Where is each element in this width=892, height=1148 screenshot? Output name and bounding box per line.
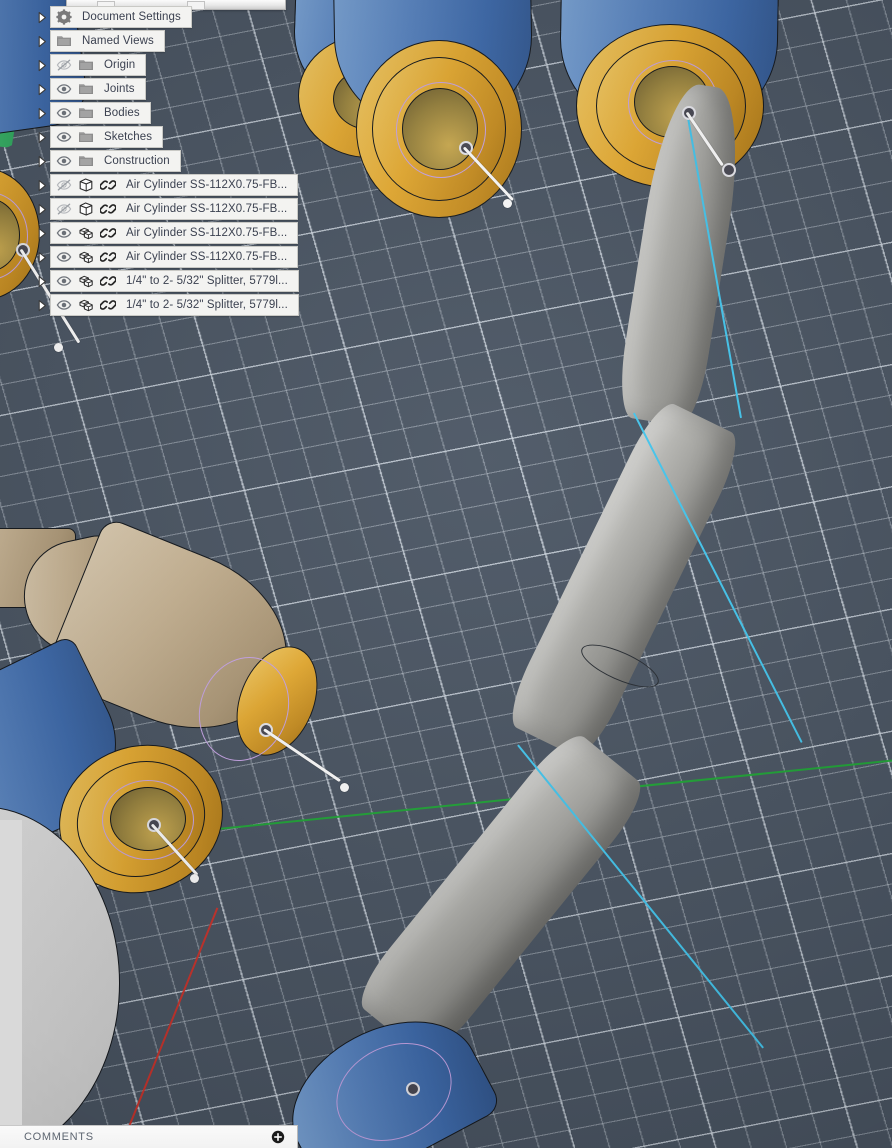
tree-item-label: 1/4" to 2- 5/32" Splitter, 5779l... (126, 275, 288, 287)
tree-row[interactable]: Construction (0, 149, 300, 173)
tree-row[interactable]: Named Views (0, 29, 300, 53)
plus-circle-icon[interactable] (271, 1130, 285, 1144)
folder-icon (76, 56, 96, 74)
tree-row[interactable]: Sketches (0, 125, 300, 149)
tree-item-chip[interactable]: Construction (50, 150, 181, 172)
link-icon[interactable] (98, 224, 118, 242)
tree-item-chip[interactable]: Air Cylinder SS-112X0.75-FB... (50, 198, 299, 220)
tree-row[interactable]: Air Cylinder SS-112X0.75-FB... (0, 245, 300, 269)
chevron-right-icon[interactable] (34, 77, 50, 101)
tree-row[interactable]: Origin (0, 53, 300, 77)
folder-icon (76, 80, 96, 98)
link-icon[interactable] (98, 248, 118, 266)
chevron-right-icon[interactable] (34, 173, 50, 197)
comments-panel-header[interactable]: COMMENTS (0, 1125, 298, 1148)
component-icon (76, 296, 96, 314)
component-icon (76, 248, 96, 266)
tree-row[interactable]: Document Settings (0, 5, 300, 29)
tree-item-label: Sketches (104, 131, 153, 143)
tree-item-chip[interactable]: Air Cylinder SS-112X0.75-FB... (50, 246, 299, 268)
tree-item-chip[interactable]: 1/4" to 2- 5/32" Splitter, 5779l... (50, 270, 299, 292)
eye-shown-icon[interactable] (54, 104, 74, 122)
tree-item-label: Air Cylinder SS-112X0.75-FB... (126, 251, 288, 263)
tree-item-label: Document Settings (82, 11, 181, 23)
chevron-right-icon[interactable] (34, 101, 50, 125)
tree-item-chip[interactable]: Air Cylinder SS-112X0.75-FB... (50, 174, 299, 196)
tree-item-chip[interactable]: Named Views (50, 30, 165, 52)
folder-icon (54, 32, 74, 50)
eye-hidden-icon[interactable] (54, 200, 74, 218)
tree-item-chip[interactable]: 1/4" to 2- 5/32" Splitter, 5779l... (50, 294, 299, 316)
tree-row[interactable]: Bodies (0, 101, 300, 125)
chevron-right-icon[interactable] (34, 269, 50, 293)
tree-item-label: Bodies (104, 107, 140, 119)
tree-item-label: Joints (104, 83, 135, 95)
tree-item-label: Air Cylinder SS-112X0.75-FB... (126, 203, 288, 215)
tree-item-label: Air Cylinder SS-112X0.75-FB... (126, 179, 288, 191)
chevron-right-icon[interactable] (34, 293, 50, 317)
chevron-right-icon[interactable] (34, 125, 50, 149)
folder-icon (76, 104, 96, 122)
tree-item-chip[interactable]: Air Cylinder SS-112X0.75-FB... (50, 222, 299, 244)
tree-row[interactable]: 1/4" to 2- 5/32" Splitter, 5779l... (0, 293, 300, 317)
browser-tree[interactable]: Document Settings Named Views Origin Joints… (0, 5, 300, 317)
tree-item-label: Construction (104, 155, 170, 167)
comments-title: COMMENTS (24, 1131, 94, 1143)
body-icon (76, 176, 96, 194)
tree-row[interactable]: 1/4" to 2- 5/32" Splitter, 5779l... (0, 269, 300, 293)
tree-item-label: 1/4" to 2- 5/32" Splitter, 5779l... (126, 299, 288, 311)
chevron-right-icon[interactable] (34, 221, 50, 245)
link-icon[interactable] (98, 296, 118, 314)
eye-shown-icon[interactable] (54, 128, 74, 146)
eye-shown-icon[interactable] (54, 296, 74, 314)
browser-panel-background (0, 820, 22, 1126)
tree-row[interactable]: Air Cylinder SS-112X0.75-FB... (0, 221, 300, 245)
tree-item-label: Named Views (82, 35, 154, 47)
folder-icon (76, 128, 96, 146)
eye-hidden-icon[interactable] (54, 56, 74, 74)
link-icon[interactable] (98, 200, 118, 218)
chevron-right-icon[interactable] (34, 197, 50, 221)
tree-item-chip[interactable]: Sketches (50, 126, 164, 148)
eye-shown-icon[interactable] (54, 248, 74, 266)
chevron-right-icon[interactable] (34, 245, 50, 269)
link-icon[interactable] (98, 272, 118, 290)
tree-item-label: Origin (104, 59, 136, 71)
eye-shown-icon[interactable] (54, 224, 74, 242)
folder-icon (76, 152, 96, 170)
tree-row[interactable]: Air Cylinder SS-112X0.75-FB... (0, 173, 300, 197)
chevron-right-icon[interactable] (34, 53, 50, 77)
tree-row[interactable]: Air Cylinder SS-112X0.75-FB... (0, 197, 300, 221)
chevron-right-icon[interactable] (34, 149, 50, 173)
link-icon[interactable] (98, 176, 118, 194)
eye-shown-icon[interactable] (54, 152, 74, 170)
tree-item-chip[interactable]: Bodies (50, 102, 151, 124)
tree-item-chip[interactable]: Joints (50, 78, 146, 100)
gear-icon (54, 8, 74, 26)
body-icon (76, 200, 96, 218)
tree-item-chip[interactable]: Document Settings (50, 6, 192, 28)
tree-item-label: Air Cylinder SS-112X0.75-FB... (126, 227, 288, 239)
eye-shown-icon[interactable] (54, 272, 74, 290)
chevron-right-icon[interactable] (34, 5, 50, 29)
chevron-right-icon[interactable] (34, 29, 50, 53)
component-icon (76, 224, 96, 242)
tree-row[interactable]: Joints (0, 77, 300, 101)
tree-item-chip[interactable]: Origin (50, 54, 147, 76)
component-icon (76, 272, 96, 290)
eye-hidden-icon[interactable] (54, 176, 74, 194)
fusion-app-window: Document Settings Named Views Origin Joints… (0, 0, 892, 1148)
eye-shown-icon[interactable] (54, 80, 74, 98)
